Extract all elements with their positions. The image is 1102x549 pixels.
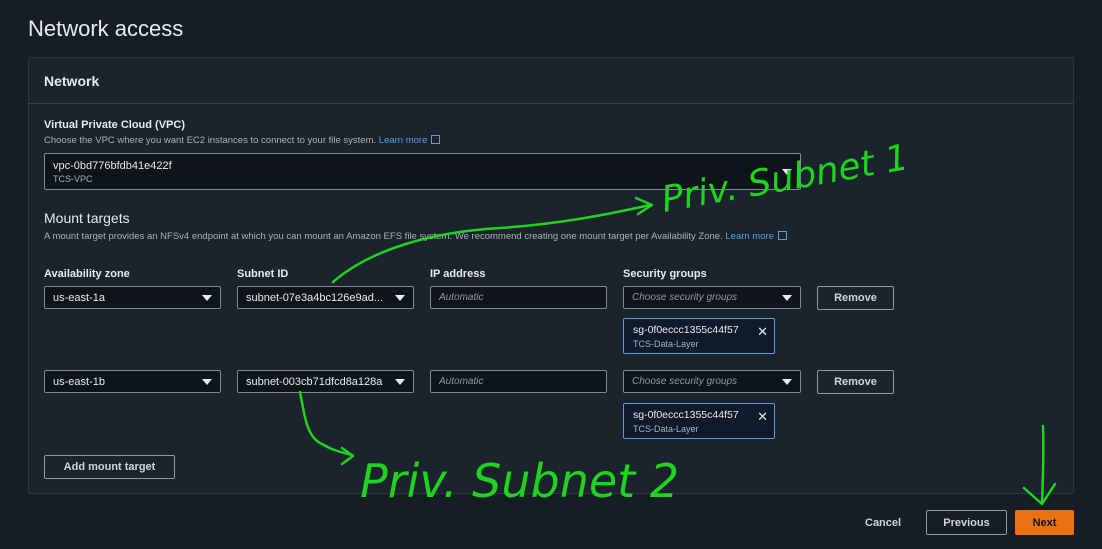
annotation-arrow-2 (298, 390, 354, 457)
annotation-text-2: Priv. Subnet 2 (360, 454, 679, 508)
handwritten-annotations: Priv. Subnet 1 Priv. Subnet 2 (298, 137, 1057, 508)
annotation-arrowhead-2 (340, 446, 355, 466)
annotation-arrow-3 (1040, 424, 1045, 505)
annotation-text-1: Priv. Subnet 1 (658, 137, 911, 221)
annotation-arrow-1 (331, 203, 652, 284)
annotation-arrowhead-3 (1022, 482, 1057, 506)
